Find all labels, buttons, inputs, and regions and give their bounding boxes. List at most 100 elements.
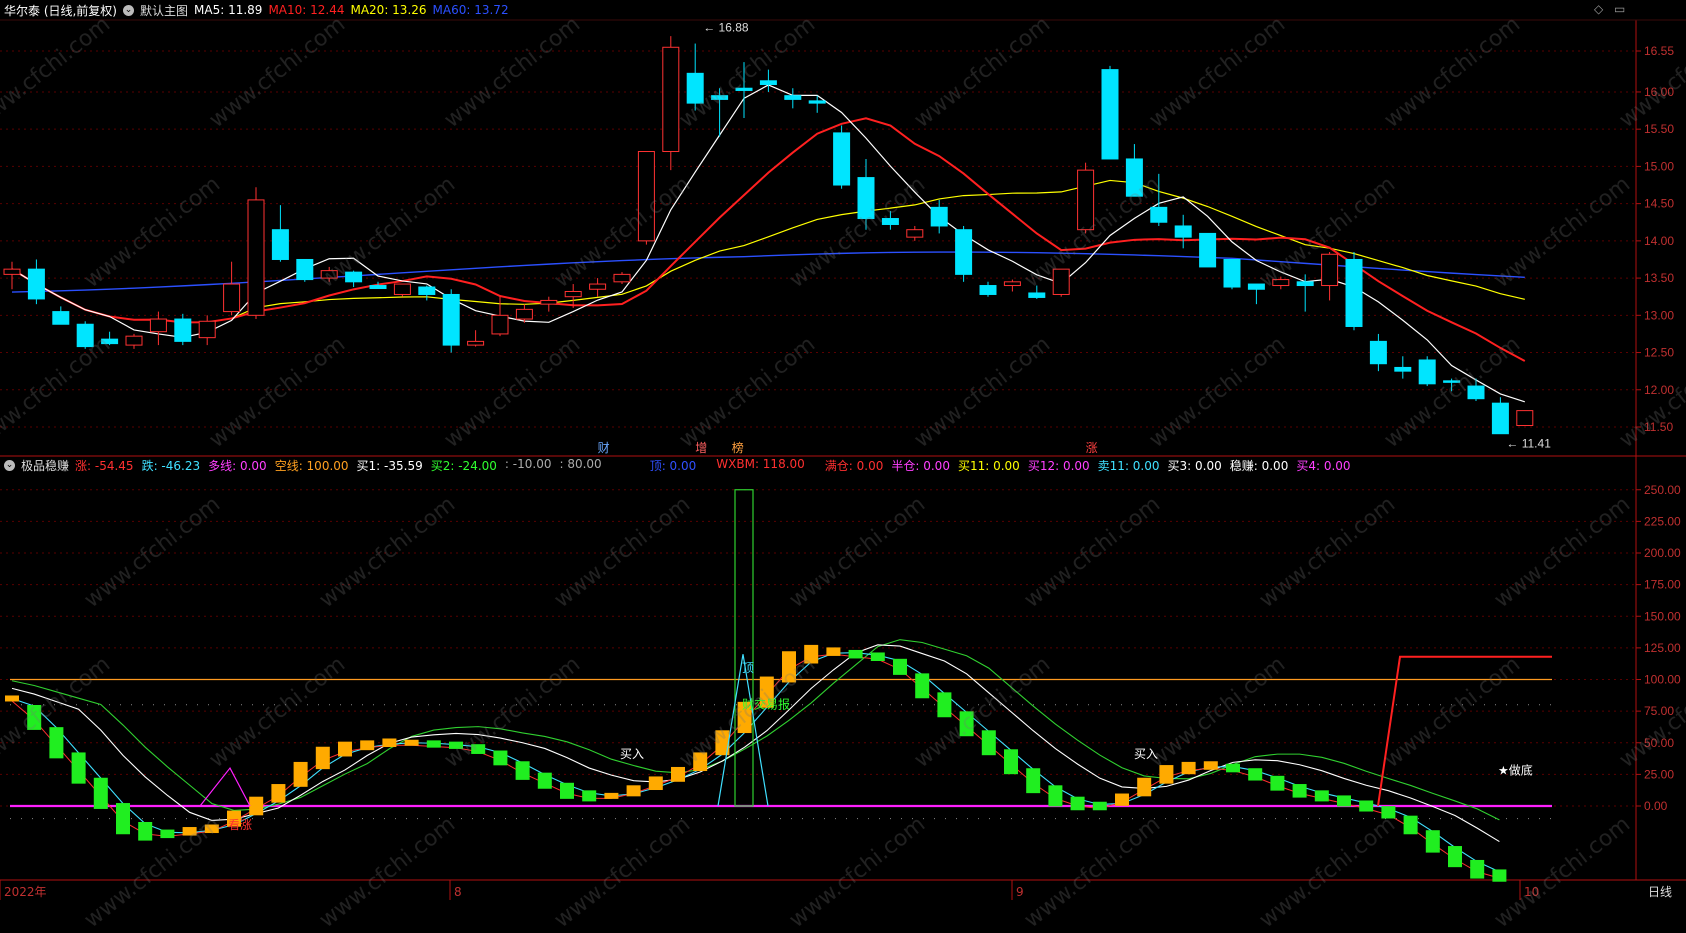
candle-body bbox=[1247, 283, 1265, 290]
candle-body bbox=[979, 285, 997, 295]
candle-body bbox=[784, 95, 802, 100]
price-tick-label: 11.50 bbox=[1644, 420, 1673, 434]
histogram-bar bbox=[1470, 859, 1485, 879]
histogram-bar bbox=[560, 782, 574, 799]
chevron-down-icon[interactable]: ⌄ bbox=[123, 4, 134, 16]
histogram-bar bbox=[1270, 775, 1285, 791]
histogram-bar bbox=[1004, 749, 1018, 775]
candle-body bbox=[491, 314, 509, 335]
histogram-bar bbox=[382, 738, 397, 748]
histogram-bar bbox=[49, 727, 64, 759]
histogram-bar bbox=[782, 651, 796, 683]
candle-body bbox=[1077, 169, 1095, 231]
diamond-icon[interactable]: ◇ bbox=[1594, 2, 1603, 16]
histogram-bar bbox=[959, 711, 974, 737]
indicator-value-9: WXBM: 118.00 bbox=[716, 456, 805, 471]
indicator-name[interactable]: 极品稳赚 bbox=[21, 457, 69, 474]
candle-body bbox=[271, 229, 289, 260]
histogram-bar bbox=[937, 692, 952, 718]
candle-body bbox=[1052, 268, 1070, 295]
candle-body bbox=[833, 132, 851, 186]
stock-chart-canvas[interactable]: 16.55 16.00 15.50 15.00 14.50 14.00 13.50 13.00… bbox=[0, 0, 1686, 900]
indicator-value-3: 空线: 100.00 bbox=[274, 458, 349, 473]
histogram-bar bbox=[1026, 768, 1041, 794]
indicator-tick-label: 50.00 bbox=[1644, 736, 1674, 750]
chevron-down-icon[interactable]: ⌄ bbox=[4, 459, 15, 471]
histogram-bar bbox=[604, 792, 619, 799]
histogram-bar bbox=[204, 824, 219, 834]
candle-body bbox=[808, 100, 826, 104]
indicator-tick-label: 125.00 bbox=[1644, 641, 1681, 655]
histogram-bar bbox=[1203, 761, 1218, 770]
histogram-bar bbox=[1181, 761, 1196, 775]
histogram-bar bbox=[404, 739, 419, 746]
indicator-tick-label: 200.00 bbox=[1644, 546, 1681, 560]
histogram-bar bbox=[138, 822, 153, 841]
histogram-bar bbox=[1137, 777, 1152, 797]
candle-body bbox=[711, 95, 729, 100]
candle-body bbox=[223, 283, 241, 313]
histogram-bar bbox=[626, 785, 641, 797]
candle-body bbox=[467, 340, 485, 346]
histogram-bar bbox=[537, 772, 552, 789]
candle-body bbox=[857, 177, 875, 220]
window-icon[interactable]: ▭ bbox=[1614, 2, 1625, 16]
histogram-bar bbox=[471, 744, 486, 754]
histogram-bar bbox=[493, 750, 508, 766]
histogram-bar bbox=[360, 740, 375, 751]
candle-body bbox=[1125, 158, 1143, 197]
event-marker: 榜 bbox=[732, 440, 744, 455]
stock-name[interactable]: 华尔泰 (日线,前复权) bbox=[4, 2, 117, 19]
indicator-value-16: 稳赚: 0.00 bbox=[1229, 458, 1289, 473]
top-label: 顶 bbox=[742, 661, 754, 675]
histogram-bar bbox=[1159, 765, 1174, 784]
histogram-bar bbox=[1425, 830, 1440, 853]
histogram-bar bbox=[93, 777, 108, 809]
indicator-value-7: : 80.00 bbox=[559, 456, 602, 471]
indicator-header: ⌄ 极品稳赚 涨: -54.45 跌: -46.23 多线: 0.00 空线: 100… bbox=[4, 455, 1351, 475]
histogram-bar bbox=[915, 673, 930, 699]
time-tick-label: 8 bbox=[454, 885, 462, 899]
buy-label-1: 买入 bbox=[620, 747, 644, 761]
histogram-bar bbox=[848, 649, 863, 659]
event-marker: 涨 bbox=[1086, 440, 1098, 455]
histogram-bar bbox=[1448, 846, 1462, 868]
price-tick-label: 13.50 bbox=[1644, 271, 1674, 285]
time-tick-label: 9 bbox=[1016, 885, 1024, 899]
histogram-bar bbox=[293, 761, 308, 787]
indicator-value-17: 买4: 0.00 bbox=[1296, 458, 1351, 473]
histogram-bar bbox=[315, 746, 330, 770]
indicator-value-14: 卖11: 0.00 bbox=[1097, 458, 1160, 473]
candle-body bbox=[1028, 292, 1046, 298]
event-marker: 财 bbox=[598, 441, 610, 455]
price-tick-label: 16.55 bbox=[1644, 44, 1674, 58]
candle-body bbox=[320, 270, 338, 279]
indicator-tick-label: 250.00 bbox=[1644, 483, 1681, 497]
indicator-value-0: 涨: -54.45 bbox=[75, 458, 134, 473]
histogram-bar bbox=[515, 761, 530, 780]
rise-line bbox=[11, 653, 1500, 879]
candle-body bbox=[759, 80, 777, 86]
histogram-bar bbox=[671, 766, 685, 782]
indicator-tick-label: 225.00 bbox=[1644, 514, 1681, 528]
bottom-label: ★做底 bbox=[1498, 762, 1533, 777]
ma5-label: MA5: 11.89 bbox=[194, 3, 263, 17]
histogram-bar bbox=[182, 827, 197, 836]
indicator-tick-label: 175.00 bbox=[1644, 578, 1681, 592]
candle-body bbox=[52, 311, 70, 325]
period-label[interactable]: 日线 bbox=[1648, 885, 1672, 899]
histogram-bar bbox=[1226, 763, 1240, 773]
price-tick-label: 14.00 bbox=[1644, 234, 1674, 248]
candle-body bbox=[906, 229, 924, 238]
histogram-bar bbox=[1092, 801, 1107, 811]
candle-body bbox=[27, 268, 45, 300]
histogram-bar bbox=[1070, 796, 1085, 811]
candle-body bbox=[1394, 366, 1412, 372]
time-tick-label: 10 bbox=[1524, 885, 1539, 899]
indicator-value-4: 买1: -35.59 bbox=[356, 458, 423, 473]
candle-body bbox=[1199, 232, 1217, 268]
main-chart-header: 华尔泰 (日线,前复权) ⌄ 默认主图 MA5: 11.89 MA10: 12.… bbox=[4, 0, 509, 20]
ma60-label: MA60: 13.72 bbox=[432, 3, 509, 17]
main-template-name[interactable]: 默认主图 bbox=[140, 2, 188, 19]
candle-body bbox=[393, 283, 411, 295]
